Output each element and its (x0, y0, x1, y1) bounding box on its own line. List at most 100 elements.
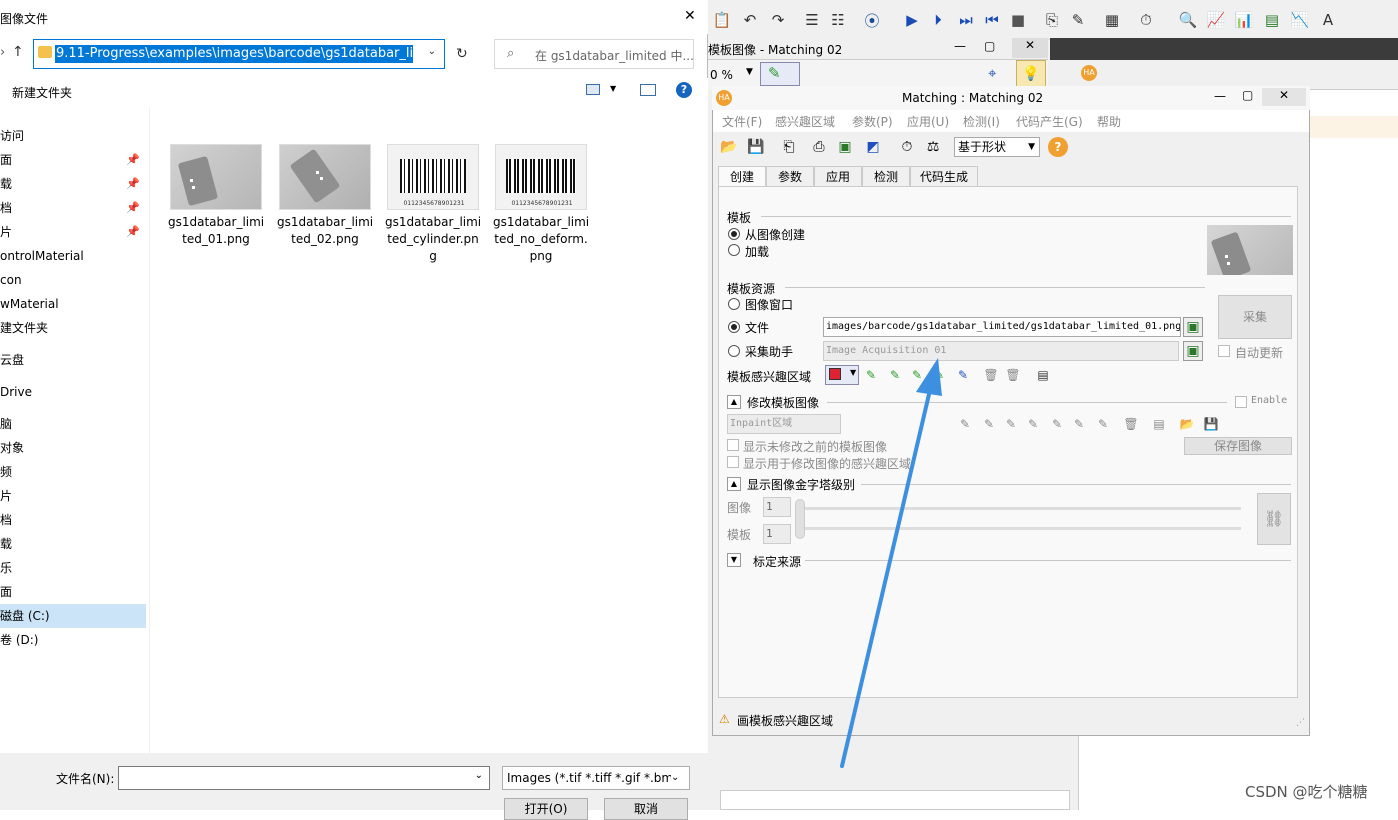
stop-icon[interactable]: ■ (1008, 10, 1028, 30)
modify-draw-icon[interactable]: ✎ (981, 416, 997, 432)
load-radio[interactable] (728, 244, 740, 256)
cancel-button[interactable]: 取消 (604, 798, 688, 820)
load-template-icon[interactable]: ⎗ (779, 137, 799, 157)
expand-icon[interactable]: ▼ (727, 553, 741, 567)
up-arrow-icon[interactable]: ↑ (12, 44, 24, 60)
nav-item[interactable]: 乐 (0, 556, 146, 580)
close-icon[interactable]: ✕ (1262, 88, 1306, 106)
file-item[interactable]: gs1databar_limi ted_02.png (277, 140, 373, 248)
nav-item[interactable]: con (0, 268, 146, 292)
save-image-button[interactable]: 保存图像 (1184, 437, 1292, 455)
back-arrow-icon[interactable]: › (0, 45, 5, 60)
ocr-icon[interactable]: A (1318, 10, 1338, 30)
filetype-select[interactable]: Images (*.tif *.tiff *.gif *.bmp ⌄ (502, 766, 690, 790)
pin-icon[interactable]: 📌 (126, 220, 140, 244)
collapse-icon[interactable]: ▲ (727, 395, 741, 409)
pin-icon[interactable]: 📌 (126, 148, 140, 172)
tab-codegen[interactable]: 代码生成 (910, 166, 978, 188)
lightbulb-icon[interactable]: 💡 (1016, 60, 1046, 88)
close-icon[interactable]: ✕ (1012, 38, 1048, 58)
tab-apply[interactable]: 应用 (814, 166, 862, 188)
inpaint-select[interactable]: Inpaint区域 (727, 414, 841, 434)
nav-item[interactable]: 载 (0, 532, 146, 556)
indent-icon[interactable]: ☰ (802, 10, 822, 30)
operator-input[interactable] (720, 790, 1070, 810)
auto-update-checkbox[interactable] (1218, 345, 1230, 357)
chevron-down-icon[interactable]: ⌄ (428, 46, 436, 57)
slider-thumb[interactable] (795, 499, 805, 539)
modify-draw-icon[interactable]: ✎ (957, 416, 973, 432)
step-icon[interactable]: ⏵ (928, 10, 948, 30)
nav-item[interactable]: 访问 (0, 124, 146, 148)
menu-file[interactable]: 文件(F) (722, 113, 762, 130)
nav-item[interactable]: ontrolMaterial (0, 244, 146, 268)
graphics-icon[interactable]: ◩ (863, 137, 883, 157)
modify-draw-icon[interactable]: ✎ (1095, 416, 1111, 432)
open-button[interactable]: 打开(O) (504, 798, 588, 820)
menu-help[interactable]: 帮助 (1097, 113, 1121, 130)
maximize-icon[interactable]: ▢ (1242, 88, 1253, 102)
template-level-spinner[interactable]: 1 (763, 524, 791, 544)
redo-icon[interactable]: ↷ (768, 10, 788, 30)
open-folder-icon[interactable]: 📂 (719, 137, 739, 157)
histogram-icon[interactable]: 📈 (1206, 10, 1226, 30)
nav-item[interactable]: 载 📌 (0, 172, 146, 196)
compare-icon[interactable]: ⚖ (923, 137, 943, 157)
chevron-down-icon[interactable]: ⌄ (475, 770, 483, 781)
undo-icon[interactable]: ↶ (740, 10, 760, 30)
inspect-icon[interactable]: ⌖ (988, 64, 996, 82)
run-icon[interactable]: ▶ (902, 10, 922, 30)
resize-grip-icon[interactable]: ⋰ (1296, 718, 1305, 728)
menu-roi[interactable]: 感兴趣区域 (775, 113, 835, 130)
method-select[interactable]: 基于形状 ▼ (954, 137, 1040, 157)
file-radio[interactable] (728, 321, 740, 333)
maximize-icon[interactable]: ▢ (984, 39, 995, 53)
tab-inspect[interactable]: 检测 (862, 166, 910, 188)
menu-codegen[interactable]: 代码产生(G) (1016, 113, 1083, 130)
menu-inspect[interactable]: 检测(I) (963, 113, 1000, 130)
paste-icon[interactable]: 📋 (712, 10, 732, 30)
file-item[interactable]: 0112345678901231 gs1databar_limi ted_no_… (493, 140, 589, 265)
open-folder-icon[interactable]: 📂 (1179, 416, 1195, 432)
procedure-icon[interactable]: ⎘ (1042, 10, 1062, 30)
step-back-icon[interactable]: ⏮ (982, 10, 1002, 30)
minimize-icon[interactable]: — (1214, 89, 1226, 103)
image-icon[interactable]: ▣ (835, 137, 855, 157)
timer-icon[interactable]: ⏱ (897, 137, 917, 157)
roi-draw-icon[interactable]: ✎ (955, 367, 971, 383)
nav-item[interactable]: 档 📌 (0, 196, 146, 220)
file-item[interactable]: 0112345678901231 gs1databar_limi ted_cyl… (385, 140, 481, 265)
feature-icon[interactable]: 📉 (1290, 10, 1310, 30)
image-level-spinner[interactable]: 1 (763, 497, 791, 517)
modify-draw-icon[interactable]: ✎ (1049, 416, 1065, 432)
modify-delete-icon[interactable]: 🗑 (1123, 416, 1139, 432)
refresh-icon[interactable]: ↻ (456, 46, 468, 62)
roi-delete-icon[interactable]: 🗑 (983, 367, 999, 383)
tab-params[interactable]: 参数 (766, 166, 814, 188)
chevron-down-icon[interactable]: ▼ (746, 67, 753, 77)
show-unmodified-checkbox[interactable] (727, 439, 739, 451)
link-icon[interactable]: ⛓ (1257, 493, 1291, 545)
outdent-icon[interactable]: ☷ (828, 10, 848, 30)
enable-checkbox[interactable] (1235, 396, 1247, 408)
collapse-icon[interactable]: ▲ (727, 477, 741, 491)
show-roi-checkbox[interactable] (727, 456, 739, 468)
search-box[interactable]: ⌕ 在 gs1databar_limited 中... (494, 39, 694, 69)
save-icon[interactable]: 💾 (746, 137, 766, 157)
nav-item[interactable]: 磁盘 (C:) (0, 604, 146, 628)
acquisition-icon[interactable]: ▣ (1183, 341, 1203, 361)
modify-list-icon[interactable]: ▤ (1151, 416, 1167, 432)
binoculars-icon[interactable]: ⦿ (862, 10, 882, 30)
minimize-icon[interactable]: — (954, 39, 966, 53)
zoom-value[interactable]: 0 % (710, 68, 733, 82)
nav-item[interactable]: 云盘 (0, 348, 146, 372)
nav-item[interactable]: Drive (0, 380, 146, 404)
capture-button[interactable]: 采集 (1218, 295, 1292, 339)
step-over-icon[interactable]: ⏭ (956, 10, 976, 30)
view-icon[interactable] (586, 84, 600, 95)
gray-histogram-icon[interactable]: ▤ (1262, 10, 1282, 30)
help-icon[interactable]: ? (1048, 137, 1068, 157)
nav-item[interactable]: 档 (0, 508, 146, 532)
chevron-down-icon[interactable]: ▼ (610, 84, 616, 93)
assistant-icon[interactable]: ▦ (1102, 10, 1122, 30)
